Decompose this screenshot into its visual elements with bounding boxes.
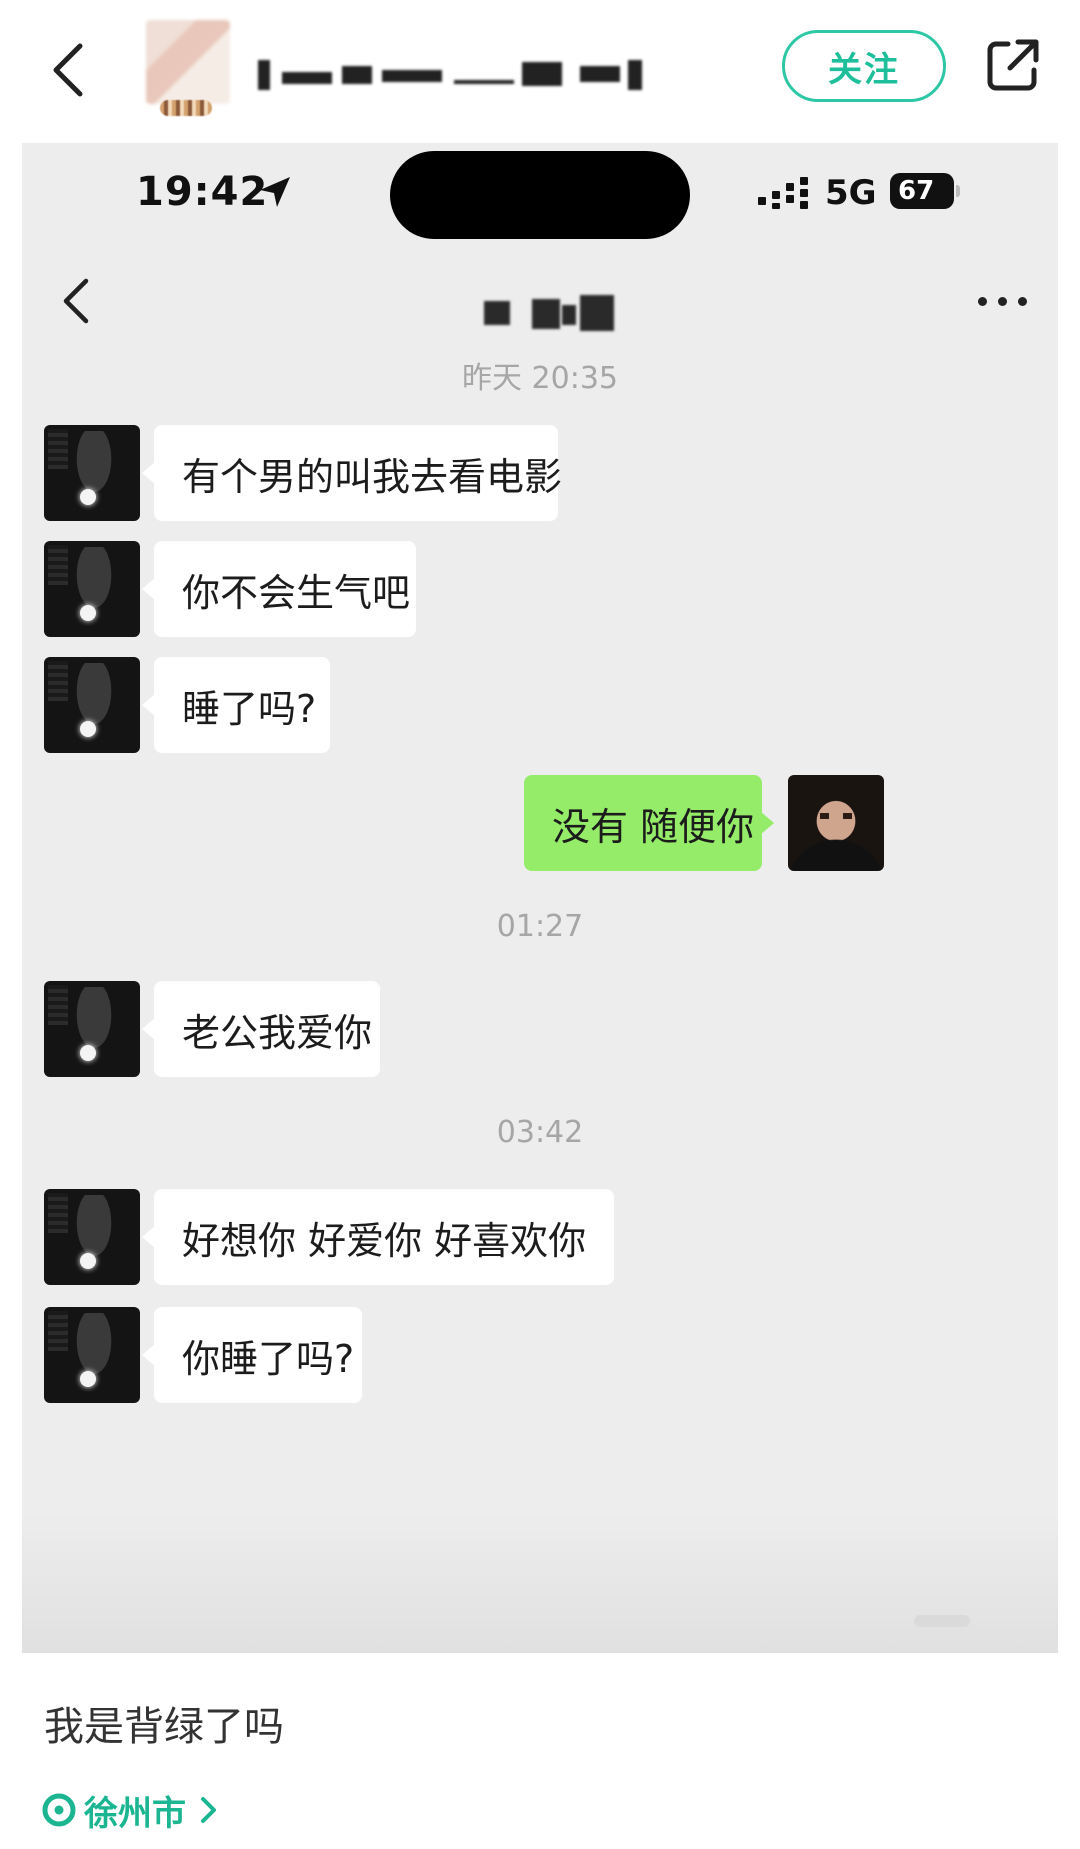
location-pin-icon [42,1793,76,1827]
outgoing-message-bubble[interactable]: 没有 随便你 [524,775,774,871]
author-avatar-badge [160,100,212,116]
contact-avatar[interactable] [44,1189,140,1285]
incoming-message-bubble[interactable]: 睡了吗? [142,657,330,753]
follow-button[interactable]: 关注 [782,30,946,102]
watermark-logo [914,1615,970,1627]
chat-timestamp: 01:27 [496,909,584,944]
back-arrow-icon[interactable] [44,40,94,100]
chat-timestamp: 03:42 [496,1115,584,1150]
screenshot-fade-overlay [22,1513,1058,1653]
chat-contact-name-redacted [484,295,634,335]
incoming-message-bubble[interactable]: 好想你 好爱你 好喜欢你 [142,1189,614,1285]
my-avatar[interactable] [788,775,884,871]
status-time: 19:42 [136,169,269,215]
incoming-message-bubble[interactable]: 老公我爱你 [142,981,380,1077]
author-name-redacted[interactable] [258,58,648,94]
chat-timestamp: 昨天 20:35 [462,361,618,396]
incoming-message-bubble[interactable]: 有个男的叫我去看电影 [142,425,562,521]
network-label: 5G [825,173,877,213]
incoming-message-bubble[interactable]: 你不会生气吧 [142,541,416,637]
contact-avatar[interactable] [44,541,140,637]
post-caption: 我是背绿了吗 [44,1704,284,1750]
status-bar: 19:42 5G 67 [22,143,1058,253]
message-text: 好想你 好爱你 好喜欢你 [182,1218,587,1263]
battery-indicator: 67 [890,173,960,209]
contact-avatar[interactable] [44,1307,140,1403]
chat-screenshot[interactable]: 19:42 5G 67 昨天 20:35 有个男的叫我去看电影 你不会生气吧 睡… [22,143,1058,1653]
location-tag[interactable]: 徐州市 [42,1786,220,1834]
contact-avatar[interactable] [44,425,140,521]
chevron-right-icon [201,1797,216,1823]
more-options-icon[interactable] [976,291,1036,311]
app-header: 关注 [0,0,1080,140]
signal-icon [758,177,808,209]
contact-avatar[interactable] [44,657,140,753]
author-avatar[interactable] [146,20,230,104]
incoming-message-bubble[interactable]: 你睡了吗? [142,1307,362,1403]
dynamic-island [390,151,690,239]
share-icon[interactable] [984,36,1042,94]
contact-avatar[interactable] [44,981,140,1077]
location-arrow-icon [260,177,290,207]
location-label: 徐州市 [84,1793,186,1834]
chat-back-icon[interactable] [56,273,96,329]
